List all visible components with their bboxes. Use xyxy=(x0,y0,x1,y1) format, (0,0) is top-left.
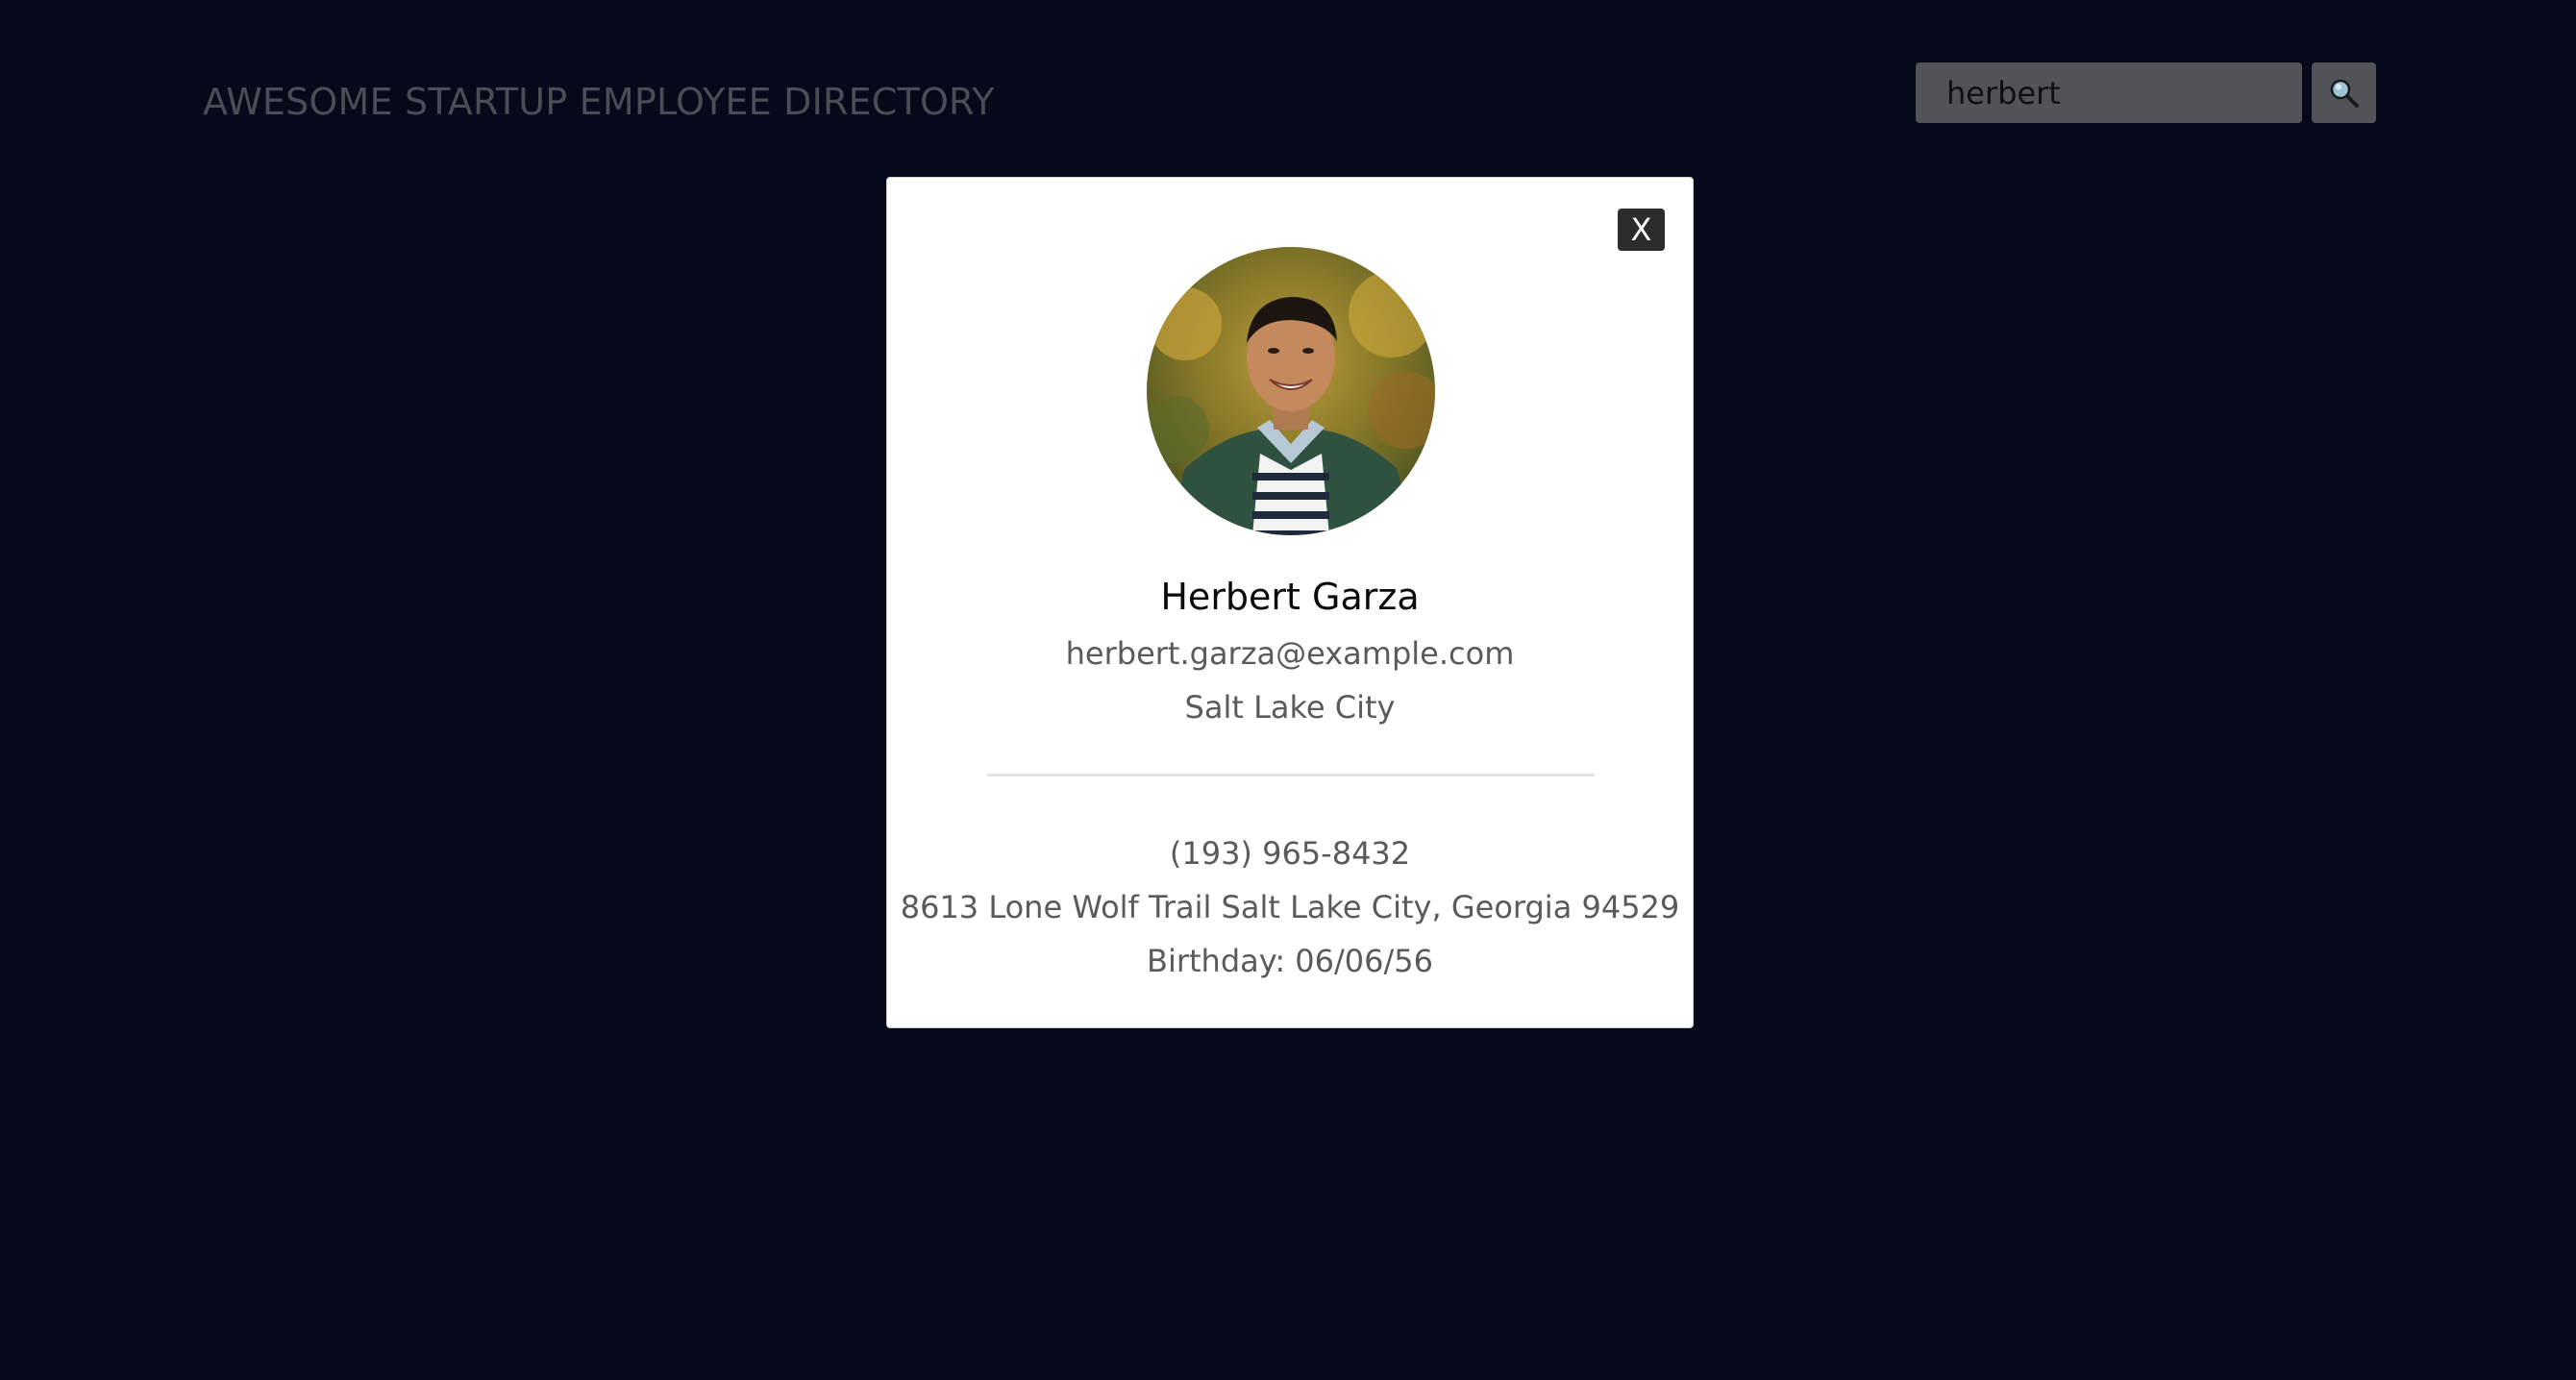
employee-birthday: Birthday: 06/06/56 xyxy=(1146,943,1434,979)
employee-address: 8613 Lone Wolf Trail Salt Lake City, Geo… xyxy=(900,889,1680,925)
employee-photo xyxy=(1147,247,1435,535)
page-title: AWESOME STARTUP EMPLOYEE DIRECTORY xyxy=(203,81,995,123)
page: AWESOME STARTUP EMPLOYEE DIRECTORY X xyxy=(0,0,2576,1380)
employee-phone: (193) 965-8432 xyxy=(1169,835,1411,872)
magnifier-icon xyxy=(2328,77,2361,110)
employee-city: Salt Lake City xyxy=(1184,689,1396,726)
search-input[interactable] xyxy=(1916,62,2302,123)
employee-modal: X Herbert Garza herbert.garza@example.co… xyxy=(886,177,1694,1028)
divider xyxy=(987,774,1595,776)
avatar xyxy=(1147,247,1435,535)
employee-email: herbert.garza@example.com xyxy=(1065,635,1515,672)
search-button[interactable] xyxy=(2312,62,2376,123)
employee-name: Herbert Garza xyxy=(1160,576,1420,618)
close-button[interactable]: X xyxy=(1618,209,1665,251)
